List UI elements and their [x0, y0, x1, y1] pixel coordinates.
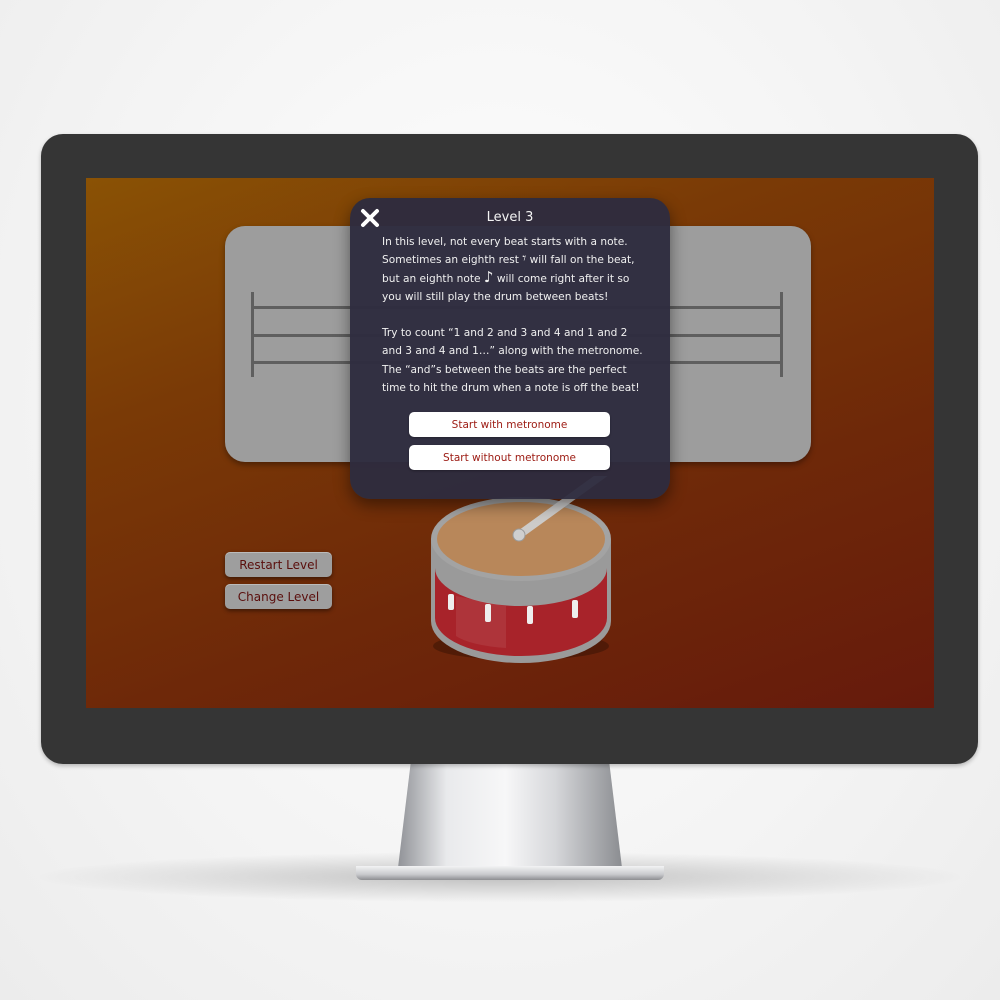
drum-lug — [572, 600, 578, 618]
monitor-stand-base — [356, 866, 664, 880]
dialog-paragraph: In this level, not every beat starts wit… — [382, 236, 635, 303]
monitor-stand — [397, 764, 623, 876]
snare-drum[interactable] — [426, 476, 616, 666]
drumstick-tip — [512, 528, 526, 542]
dialog-paragraph: Try to count “1 and 2 and 3 and 4 and 1 … — [382, 327, 643, 395]
drum-lug — [527, 606, 533, 624]
game-screen: Restart Level Change Level Level 3 In th… — [86, 178, 934, 708]
start-without-metronome-button[interactable]: Start without metronome — [409, 445, 610, 470]
change-level-button[interactable]: Change Level — [225, 584, 332, 609]
level-dialog: Level 3 In this level, not every beat st… — [350, 198, 670, 499]
dialog-body: In this level, not every beat starts wit… — [382, 233, 644, 397]
dialog-title: Level 3 — [486, 210, 534, 225]
drum-lug — [448, 594, 454, 610]
restart-level-button[interactable]: Restart Level — [225, 552, 332, 577]
drum-lug — [485, 604, 491, 622]
start-with-metronome-button[interactable]: Start with metronome — [409, 412, 610, 437]
